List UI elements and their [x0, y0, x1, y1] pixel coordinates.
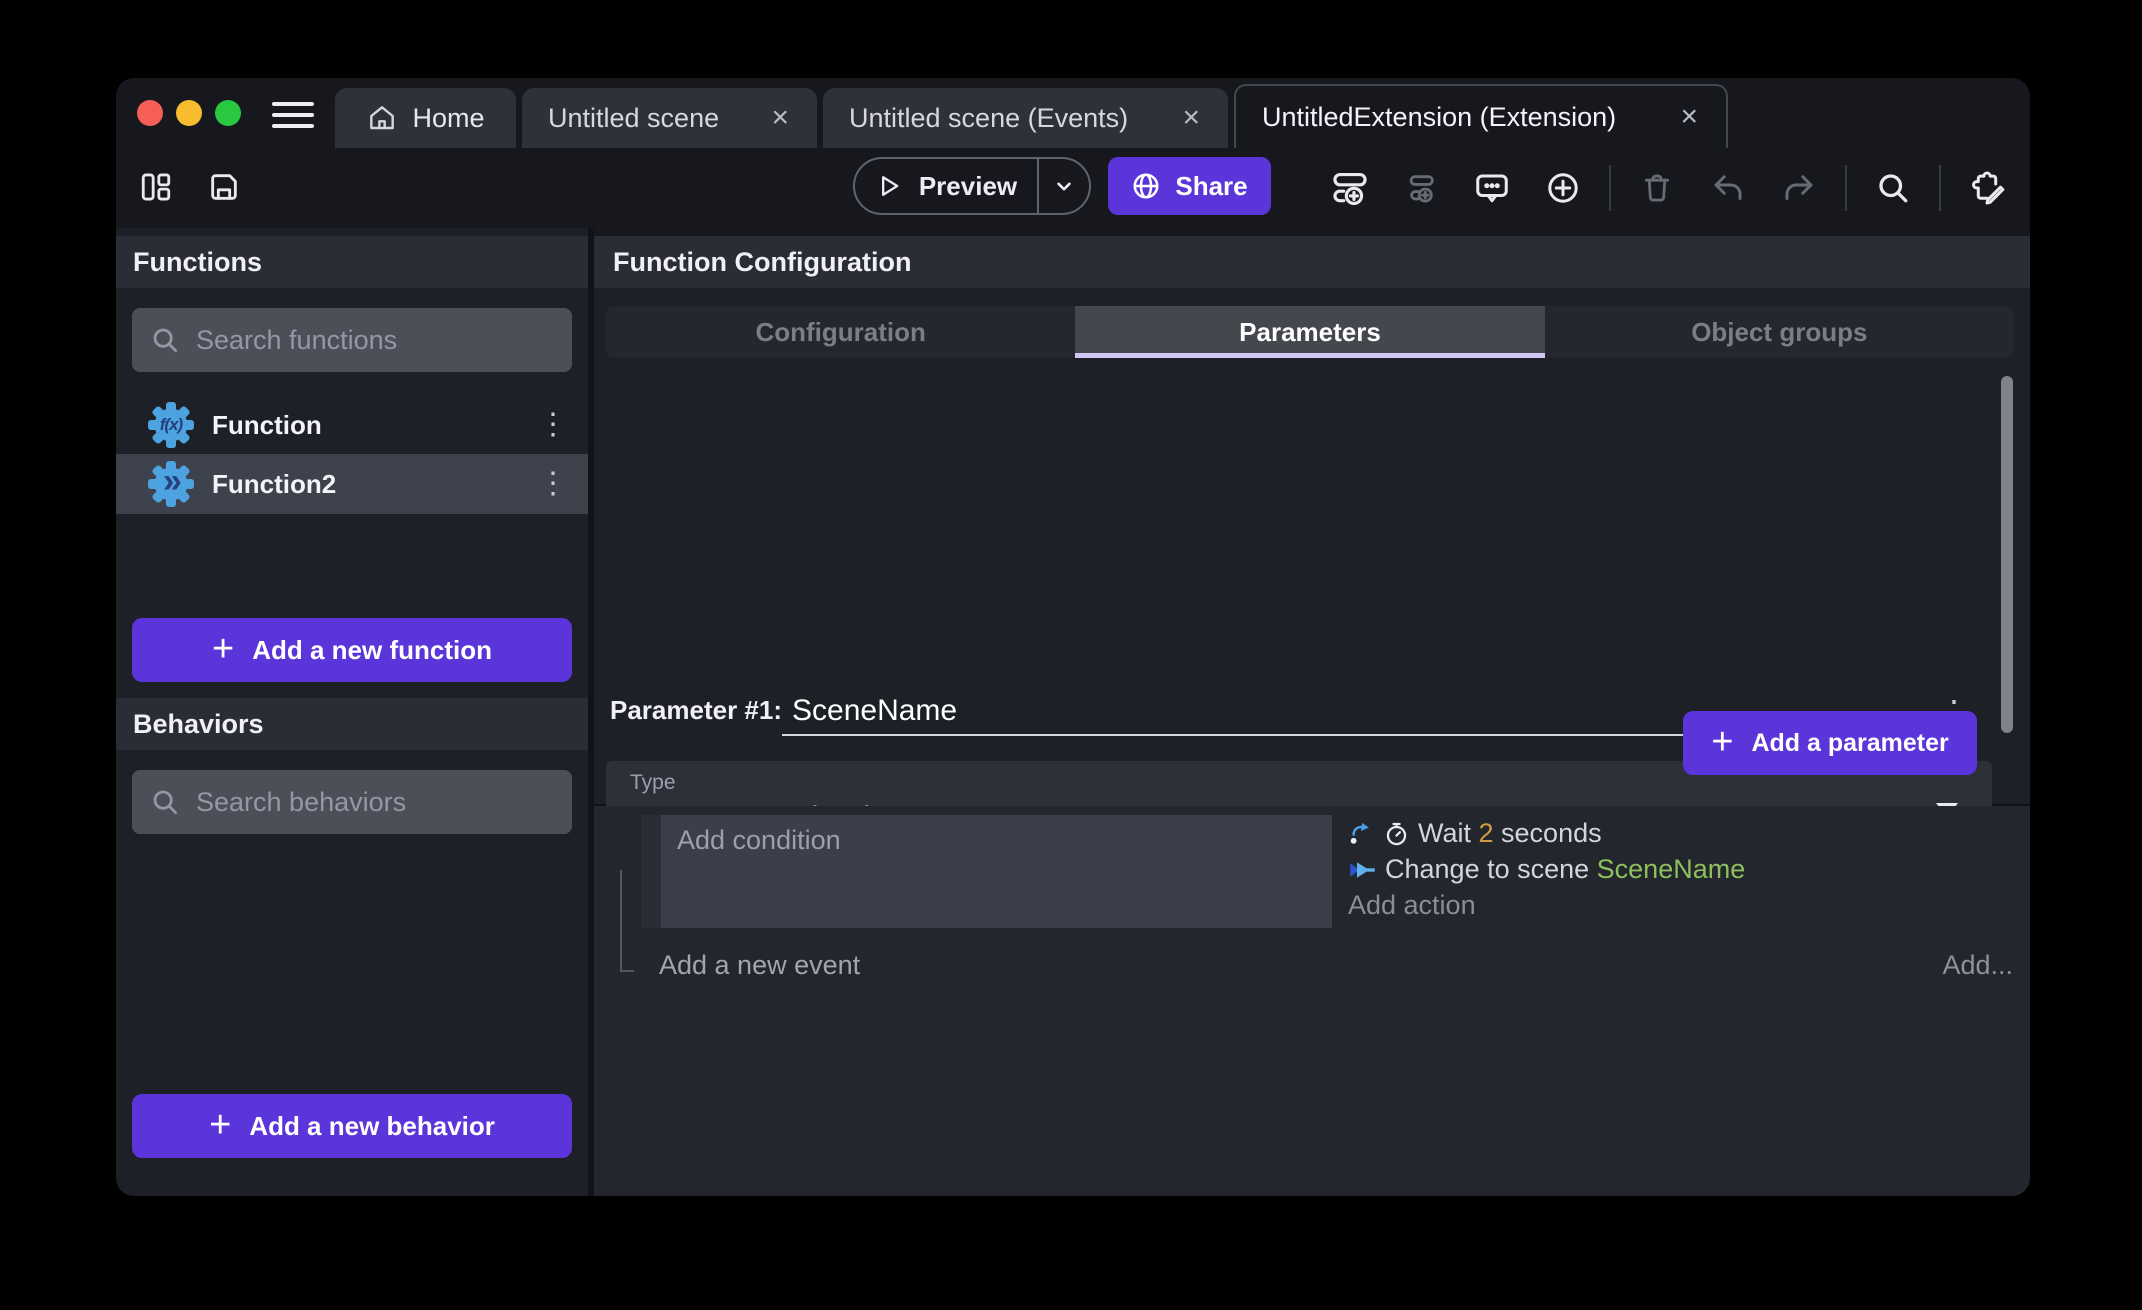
search-functions-field[interactable]: [132, 308, 572, 372]
tab-label: Untitled scene: [548, 103, 719, 134]
search-functions-input[interactable]: [196, 325, 554, 356]
function-configuration-header: Function Configuration: [594, 236, 2030, 288]
async-icon: [1348, 820, 1375, 847]
share-button[interactable]: Share: [1108, 157, 1271, 215]
app-window: Home Untitled scene × Untitled scene (Ev…: [116, 78, 2030, 1196]
tab-configuration[interactable]: Configuration: [606, 306, 1075, 358]
add-more-link[interactable]: Add...: [1942, 950, 2013, 981]
add-event-row: Add a new event Add...: [594, 950, 2030, 981]
function-gear-icon: f(x): [147, 401, 195, 449]
preview-label: Preview: [919, 171, 1017, 202]
toolbar-left: [131, 161, 249, 213]
main-panel: Function Configuration Configuration Par…: [594, 228, 2030, 1196]
scrollbar-thumb[interactable]: [2001, 376, 2013, 733]
search-behaviors-field[interactable]: [132, 770, 572, 834]
close-tab-icon[interactable]: ×: [1180, 103, 1202, 133]
window-body: Functions: [116, 228, 2030, 1196]
add-new-function-button[interactable]: + Add a new function: [132, 618, 572, 682]
plus-icon: +: [212, 630, 234, 668]
close-window-button[interactable]: [137, 100, 163, 126]
redo-icon[interactable]: [1774, 162, 1824, 214]
configuration-tabs: Configuration Parameters Object groups: [606, 306, 2014, 358]
page-title: Function Configuration: [613, 247, 911, 278]
delete-icon[interactable]: [1632, 162, 1682, 214]
minimize-window-button[interactable]: [176, 100, 202, 126]
tab-strip: Home Untitled scene × Untitled scene (Ev…: [335, 84, 1728, 148]
events-sheet: Add condition: [594, 806, 2030, 1196]
list-item-function2[interactable]: » Function2 ⋮: [116, 454, 588, 514]
list-item-function[interactable]: f(x) Function ⋮: [116, 396, 588, 454]
save-icon[interactable]: [199, 161, 249, 213]
toolbar-right: [1325, 159, 2012, 217]
preview-options-chevron[interactable]: [1039, 173, 1089, 199]
event-block: Add condition: [641, 815, 1745, 928]
add-circle-icon[interactable]: [1538, 162, 1588, 214]
functions-section-header: Functions: [116, 236, 588, 288]
add-subevent-icon[interactable]: [1396, 162, 1446, 214]
share-label: Share: [1175, 171, 1247, 202]
play-icon: [875, 172, 903, 200]
window-controls: [137, 100, 241, 126]
search-behaviors-input[interactable]: [196, 787, 554, 818]
tab-parameters[interactable]: Parameters: [1075, 306, 1544, 358]
add-new-behavior-button[interactable]: + Add a new behavior: [132, 1094, 572, 1158]
edit-extension-icon[interactable]: [1962, 162, 2012, 214]
zoom-window-button[interactable]: [215, 100, 241, 126]
plus-icon: +: [1711, 723, 1733, 761]
tab-untitled-scene[interactable]: Untitled scene ×: [522, 88, 817, 148]
wait-action-row[interactable]: Wait 2 seconds: [1348, 818, 1745, 849]
wait-seconds-value: 2: [1479, 818, 1494, 848]
scene-name-value: SceneName: [1597, 854, 1746, 884]
search-icon: [150, 325, 180, 355]
function2-gear-icon: »: [147, 460, 195, 508]
change-scene-action-row[interactable]: Change to scene SceneName: [1348, 854, 1745, 885]
tab-untitled-extension[interactable]: UntitledExtension (Extension) ×: [1234, 84, 1728, 148]
behaviors-header-label: Behaviors: [133, 709, 264, 740]
function-name: Function2: [212, 469, 521, 500]
plus-icon: +: [209, 1106, 231, 1144]
tab-untitled-scene-events[interactable]: Untitled scene (Events) ×: [823, 88, 1228, 148]
panels-layout-icon[interactable]: [131, 161, 181, 213]
functions-header-label: Functions: [133, 247, 262, 278]
parameters-panel: Configuration Parameters Object groups P…: [594, 288, 2030, 804]
menu-hamburger-icon[interactable]: [272, 102, 314, 128]
preview-button[interactable]: Preview: [853, 157, 1091, 215]
home-icon: [366, 102, 398, 134]
globe-icon: [1131, 171, 1161, 201]
add-event-icon[interactable]: [1325, 162, 1375, 214]
search-icon: [150, 787, 180, 817]
behaviors-section-header: Behaviors: [116, 698, 588, 750]
tab-label: Untitled scene (Events): [849, 103, 1128, 134]
function-menu-kebab-icon[interactable]: ⋮: [538, 469, 568, 499]
functions-list: f(x) Function ⋮: [116, 396, 588, 514]
add-condition-area[interactable]: Add condition: [661, 815, 1332, 928]
add-action-link[interactable]: Add action: [1348, 890, 1745, 921]
change-scene-arrow-icon: [1348, 858, 1377, 882]
close-tab-icon[interactable]: ×: [1678, 102, 1700, 132]
chevron-down-icon: [1051, 173, 1077, 199]
event-color-strip: [641, 815, 661, 928]
add-parameter-button[interactable]: + Add a parameter: [1683, 711, 1977, 775]
toolbar: Preview Share: [116, 148, 2030, 228]
add-comment-icon[interactable]: [1467, 162, 1517, 214]
tab-label: Home: [412, 103, 484, 134]
tab-label: UntitledExtension (Extension): [1262, 102, 1616, 133]
add-new-event-link[interactable]: Add a new event: [659, 950, 860, 981]
actions-column: Wait 2 seconds Change to scene SceneName: [1348, 815, 1745, 928]
undo-icon[interactable]: [1703, 162, 1753, 214]
function-menu-kebab-icon[interactable]: ⋮: [538, 410, 568, 440]
function-name: Function: [212, 410, 521, 441]
search-icon[interactable]: [1868, 162, 1918, 214]
tab-bar: Home Untitled scene × Untitled scene (Ev…: [116, 78, 2030, 148]
parameter-index-label: Parameter #1:: [610, 695, 782, 736]
stopwatch-icon: [1383, 820, 1410, 847]
sidebar: Functions: [116, 228, 588, 1196]
tab-home[interactable]: Home: [335, 88, 516, 148]
tab-object-groups[interactable]: Object groups: [1545, 306, 2014, 358]
close-tab-icon[interactable]: ×: [769, 103, 791, 133]
